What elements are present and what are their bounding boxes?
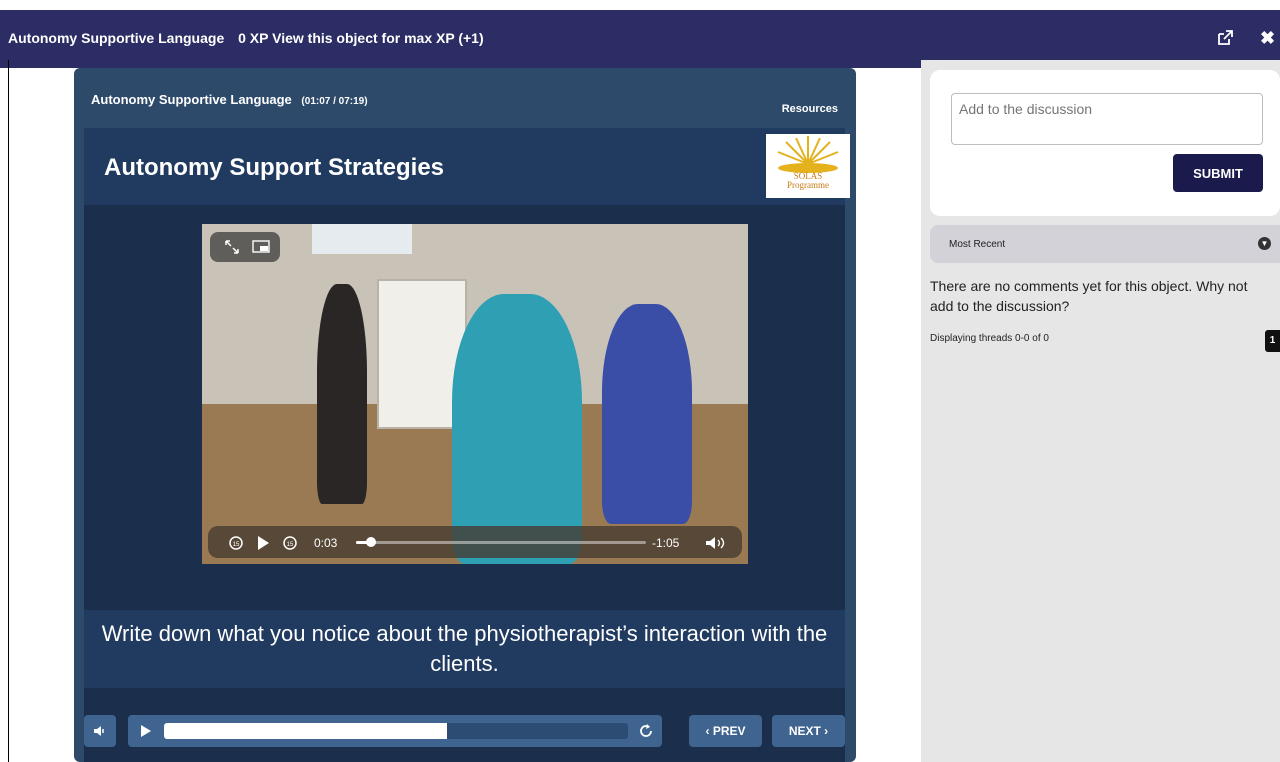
- elapsed-time: 0:03: [314, 536, 338, 550]
- page-divider: [8, 60, 9, 762]
- video-window: [312, 224, 412, 254]
- slide-heading: Autonomy Support Strategies: [104, 154, 445, 181]
- next-button[interactable]: NEXT ›: [772, 715, 845, 747]
- player-title: Autonomy Supportive Language (01:07 / 07…: [91, 92, 368, 107]
- svg-text:15: 15: [233, 542, 240, 548]
- solas-logo: SOLAS Programme: [766, 134, 850, 198]
- seek-progress: [164, 723, 448, 739]
- video-scrubber-handle[interactable]: [365, 537, 376, 547]
- remaining-time: -1:05: [652, 536, 680, 550]
- comment-input[interactable]: [951, 93, 1263, 145]
- client-figure: [602, 304, 692, 524]
- empty-comments-message: There are no comments yet for this objec…: [930, 278, 1248, 314]
- resources-link[interactable]: Resources: [782, 103, 838, 115]
- prev-button[interactable]: ‹ PREV: [689, 715, 762, 747]
- video-scrubber[interactable]: [356, 541, 646, 544]
- video-frame[interactable]: 15 15 0:03 -1:05: [202, 224, 748, 564]
- video-top-controls: [210, 232, 280, 262]
- page-number-button[interactable]: 1: [1265, 330, 1280, 352]
- submit-button[interactable]: SUBMIT: [1173, 154, 1263, 192]
- close-icon[interactable]: ✖: [1260, 28, 1275, 49]
- seekbar[interactable]: [128, 715, 662, 747]
- sort-dropdown[interactable]: Most Recent ▼: [930, 225, 1280, 263]
- fullscreen-icon[interactable]: [224, 239, 240, 255]
- slide: Autonomy Support Strategies SOLAS Progra…: [84, 128, 850, 762]
- volume-icon[interactable]: [704, 535, 728, 551]
- picture-in-picture-icon[interactable]: [252, 239, 270, 255]
- object-title: Autonomy Supportive Language 0 XP View t…: [8, 30, 484, 46]
- speaker-icon: [94, 726, 104, 736]
- mute-button[interactable]: [84, 715, 116, 747]
- client-figure: [452, 294, 582, 564]
- play-icon[interactable]: [140, 725, 152, 737]
- media-player: Autonomy Supportive Language (01:07 / 07…: [74, 68, 856, 762]
- physiotherapist-figure: [317, 284, 367, 504]
- slide-header: Autonomy Support Strategies: [84, 128, 845, 205]
- sun-icon: [777, 136, 839, 173]
- thread-count: Displaying threads 0-0 of 0: [930, 333, 1049, 344]
- logo-subtext: Programme: [787, 180, 829, 190]
- sort-label: Most Recent: [949, 239, 1006, 250]
- forward-15-icon[interactable]: 15: [282, 535, 298, 551]
- object-title-text: Autonomy Supportive Language: [8, 30, 225, 46]
- external-link-icon[interactable]: [1216, 29, 1234, 47]
- player-controls: ‹ PREV NEXT ›: [84, 715, 845, 749]
- play-icon[interactable]: [256, 535, 270, 551]
- svg-text:15: 15: [287, 542, 294, 548]
- replay-icon[interactable]: [638, 723, 654, 739]
- slide-caption: Write down what you notice about the phy…: [84, 610, 845, 688]
- rewind-15-icon[interactable]: 15: [228, 535, 244, 551]
- chevron-down-icon: ▼: [1258, 237, 1271, 250]
- player-title-text: Autonomy Supportive Language: [91, 92, 292, 107]
- video-control-bar: 15 15 0:03 -1:05: [208, 526, 742, 558]
- player-time: (01:07 / 07:19): [301, 96, 368, 107]
- xp-status: 0 XP View this object for max XP (+1): [238, 30, 484, 46]
- comment-form: SUBMIT: [930, 70, 1280, 216]
